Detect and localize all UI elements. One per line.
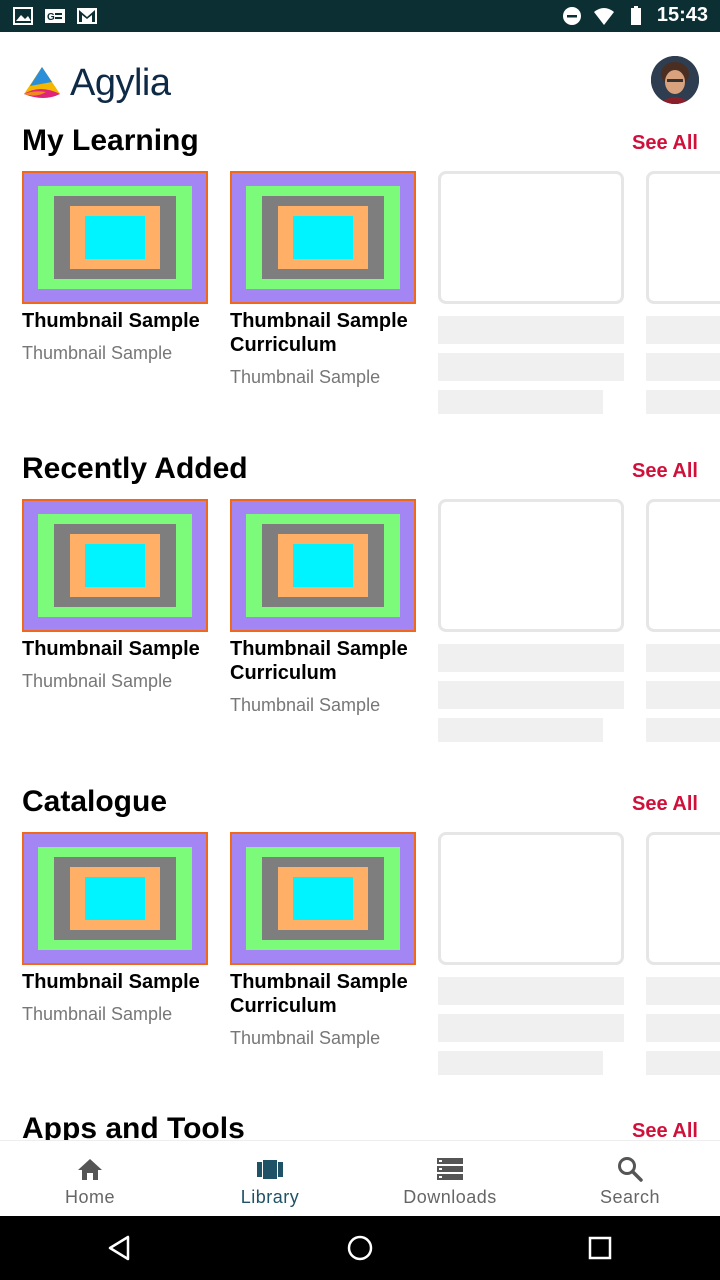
card-row: Thumbnail Sample Thumbnail Sample Thumbn… (22, 171, 720, 431)
see-all-link[interactable]: See All (632, 132, 698, 155)
course-card[interactable]: Thumbnail Sample Thumbnail Sample (22, 499, 208, 692)
user-photo-icon (651, 56, 699, 104)
thumbnail-image (230, 499, 416, 632)
gmail-icon (77, 8, 97, 24)
app-header: Agylia (0, 32, 720, 124)
recents-icon[interactable] (586, 1234, 614, 1262)
battery-icon (630, 5, 641, 25)
home-icon (78, 1159, 102, 1180)
back-icon[interactable] (106, 1234, 134, 1262)
app-name: Agylia (70, 62, 171, 104)
course-card[interactable]: Thumbnail Sample Curriculum Thumbnail Sa… (230, 499, 416, 716)
loading-placeholder-card (438, 171, 624, 414)
status-time: 15:43 (656, 4, 708, 26)
section-title: Catalogue (22, 785, 168, 818)
do-not-disturb-icon (562, 6, 581, 25)
svg-text:G: G (47, 12, 55, 23)
nav-label: Home (64, 1187, 115, 1207)
section-title: Apps and Tools (22, 1112, 245, 1140)
thumbnail-image (230, 171, 416, 304)
section-recently-added: Recently Added See All Thumbnail Sample … (0, 452, 720, 752)
loading-placeholder-card (646, 171, 720, 414)
user-avatar[interactable] (651, 56, 699, 104)
course-card[interactable]: Thumbnail Sample Curriculum Thumbnail Sa… (230, 171, 416, 388)
card-title: Thumbnail Sample Curriculum (230, 310, 408, 356)
library-icon (257, 1160, 283, 1179)
card-title: Thumbnail Sample (22, 971, 200, 993)
thumbnail-image (22, 832, 208, 965)
card-subtitle: Thumbnail Sample (230, 1028, 381, 1048)
card-subtitle: Thumbnail Sample (230, 367, 381, 387)
agylia-logo-icon (24, 66, 60, 98)
thumbnail-image (22, 499, 208, 632)
loading-placeholder-card (646, 832, 720, 1075)
card-subtitle: Thumbnail Sample (22, 343, 173, 363)
card-subtitle: Thumbnail Sample (22, 1004, 173, 1024)
card-subtitle: Thumbnail Sample (230, 695, 381, 715)
section-title: Recently Added (22, 452, 248, 485)
section-my-learning: My Learning See All Thumbnail Sample Thu… (0, 124, 720, 424)
system-navigation-bar (0, 1216, 720, 1280)
nav-downloads[interactable]: Downloads (360, 1141, 540, 1216)
home-button-icon[interactable] (346, 1234, 374, 1262)
nav-search[interactable]: Search (540, 1141, 720, 1216)
nav-label: Downloads (403, 1187, 497, 1207)
nav-library[interactable]: Library (180, 1141, 360, 1216)
course-card[interactable]: Thumbnail Sample Thumbnail Sample (22, 832, 208, 1025)
card-title: Thumbnail Sample Curriculum (230, 638, 408, 684)
see-all-link[interactable]: See All (632, 1120, 698, 1140)
card-subtitle: Thumbnail Sample (22, 671, 173, 691)
card-row: Thumbnail Sample Thumbnail Sample Thumbn… (22, 832, 720, 1092)
loading-placeholder-card (646, 499, 720, 742)
nav-label: Library (240, 1187, 300, 1207)
nav-label: Search (599, 1187, 661, 1207)
thumbnail-image (22, 171, 208, 304)
bottom-navigation: Home Library Downloads Search (0, 1140, 720, 1216)
loading-placeholder-card (438, 499, 624, 742)
downloads-icon (437, 1158, 463, 1180)
news-icon: G (45, 9, 65, 23)
section-title: My Learning (22, 124, 199, 157)
app-logo: Agylia (20, 62, 171, 105)
loading-placeholder-card (438, 832, 624, 1075)
nav-home[interactable]: Home (0, 1141, 180, 1216)
course-card[interactable]: Thumbnail Sample Curriculum Thumbnail Sa… (230, 832, 416, 1049)
image-icon (13, 7, 33, 25)
section-catalogue: Catalogue See All Thumbnail Sample Thumb… (0, 785, 720, 1085)
card-title: Thumbnail Sample (22, 638, 200, 660)
search-icon (618, 1157, 643, 1182)
thumbnail-image (230, 832, 416, 965)
status-bar: G 15:43 (0, 0, 720, 32)
course-card[interactable]: Thumbnail Sample Thumbnail Sample (22, 171, 208, 364)
card-title: Thumbnail Sample Curriculum (230, 971, 408, 1017)
see-all-link[interactable]: See All (632, 793, 698, 816)
see-all-link[interactable]: See All (632, 460, 698, 483)
card-title: Thumbnail Sample (22, 310, 200, 332)
card-row: Thumbnail Sample Thumbnail Sample Thumbn… (22, 499, 720, 759)
section-apps-and-tools: Apps and Tools See All (0, 1112, 720, 1140)
wifi-icon (593, 7, 614, 25)
